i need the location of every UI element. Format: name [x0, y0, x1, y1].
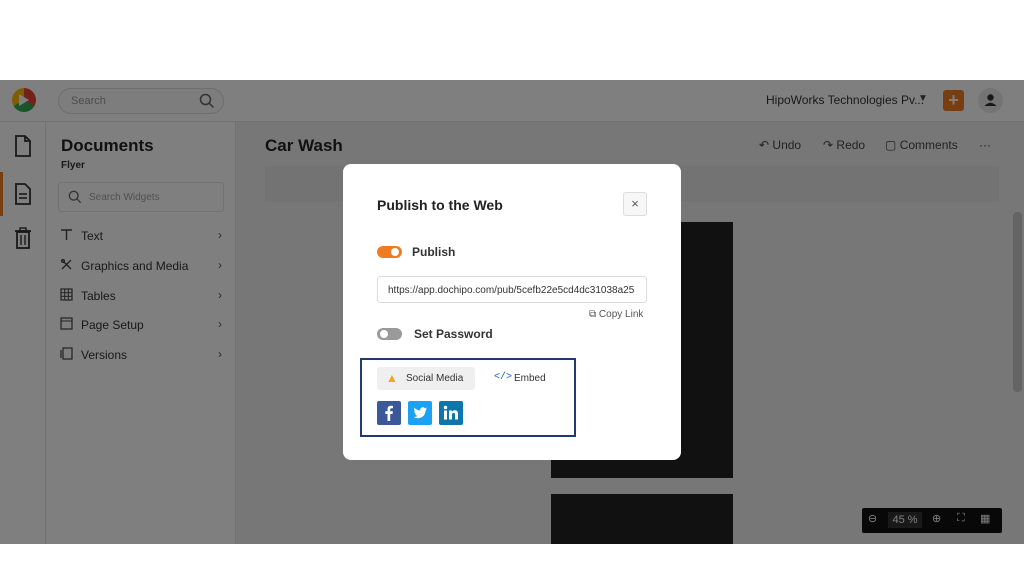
- password-label: Set Password: [414, 327, 493, 341]
- password-toggle[interactable]: [377, 328, 402, 340]
- thumbs-up-icon: ▲: [386, 371, 398, 385]
- copy-link-label: Copy Link: [598, 309, 644, 320]
- code-icon: </>: [494, 372, 513, 383]
- linkedin-icon[interactable]: [439, 401, 463, 425]
- close-button[interactable]: ×: [623, 192, 647, 216]
- tab-social-media[interactable]: ▲ Social Media: [377, 367, 475, 390]
- tab-label: Social Media: [406, 373, 464, 384]
- copy-icon: ⧉: [589, 309, 597, 320]
- facebook-icon[interactable]: [377, 401, 401, 425]
- toggle-knob: [380, 330, 388, 338]
- publish-url-field[interactable]: https://app.dochipo.com/pub/5cefb22e5cd4…: [377, 276, 647, 303]
- copy-link-button[interactable]: ⧉ Copy Link: [589, 309, 643, 320]
- publish-dialog: Publish to the Web × Publish https://app…: [343, 164, 681, 460]
- publish-toggle[interactable]: [377, 246, 402, 258]
- dialog-title: Publish to the Web: [377, 197, 503, 213]
- share-section: ▲ Social Media </> Embed: [360, 358, 576, 437]
- tab-label: Embed: [514, 373, 546, 384]
- twitter-icon[interactable]: [408, 401, 432, 425]
- tab-embed[interactable]: </> Embed: [494, 367, 564, 390]
- publish-label: Publish: [412, 245, 456, 259]
- app-window: Search HipoWorks Technologies Pv... ▼ + …: [0, 80, 1024, 544]
- toggle-knob: [391, 248, 399, 256]
